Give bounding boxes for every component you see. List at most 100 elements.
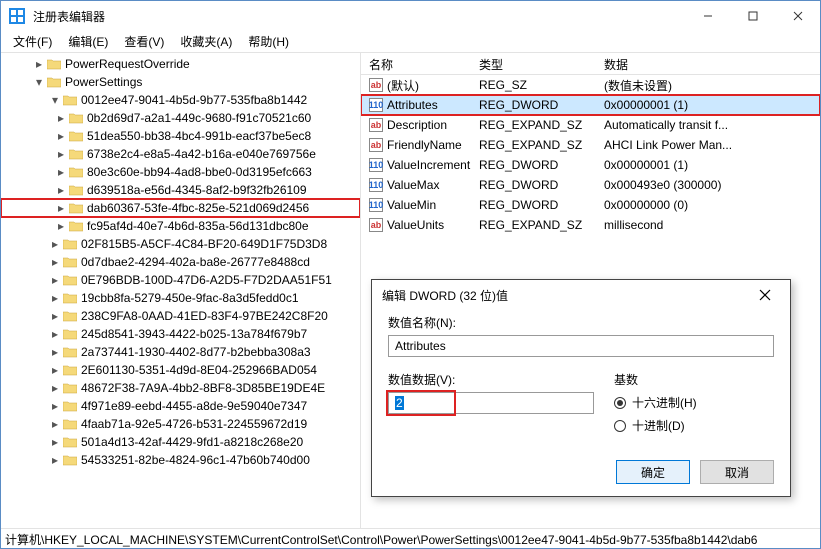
value-type: REG_DWORD bbox=[471, 98, 596, 112]
tree-label: 51dea550-bb38-4bc4-991b-eacf37be5ec8 bbox=[87, 129, 311, 143]
tree-node[interactable]: ▸ PowerRequestOverride bbox=[1, 55, 360, 73]
value-data: (数值未设置) bbox=[596, 77, 820, 94]
expander-icon[interactable]: ▸ bbox=[49, 238, 61, 250]
value-data-input[interactable]: 2 bbox=[388, 392, 594, 414]
expander-icon[interactable]: ▸ bbox=[55, 166, 67, 178]
tree-label: dab60367-53fe-4fbc-825e-521d069d2456 bbox=[87, 201, 309, 215]
tree-label: 0d7dbae2-4294-402a-ba8e-26777e8488cd bbox=[81, 255, 310, 269]
value-name: ValueIncrement bbox=[387, 158, 470, 172]
close-button[interactable] bbox=[775, 1, 820, 31]
tree-node[interactable]: ▸2E601130-5351-4d9d-8E04-252966BAD054 bbox=[1, 361, 360, 379]
tree-node[interactable]: ▸fc95af4d-40e7-4b6d-835a-56d131dbc80e bbox=[1, 217, 360, 235]
tree-label: PowerRequestOverride bbox=[65, 57, 190, 71]
expander-icon[interactable]: ▸ bbox=[49, 274, 61, 286]
expander-icon[interactable]: ▸ bbox=[33, 58, 45, 70]
list-row[interactable]: 110ValueMaxREG_DWORD0x000493e0 (300000) bbox=[361, 175, 820, 195]
tree-node[interactable]: ▸6738e2c4-e8a5-4a42-b16a-e040e769756e bbox=[1, 145, 360, 163]
expander-icon[interactable]: ▸ bbox=[55, 184, 67, 196]
value-name-input[interactable] bbox=[388, 335, 774, 357]
ok-button[interactable]: 确定 bbox=[616, 460, 690, 484]
expander-icon[interactable]: ▸ bbox=[49, 400, 61, 412]
menu-item[interactable]: 收藏夹(A) bbox=[172, 31, 240, 52]
tree-node[interactable]: ▸ dab60367-53fe-4fbc-825e-521d069d2456 bbox=[1, 199, 360, 217]
list-row[interactable]: 110AttributesREG_DWORD0x00000001 (1) bbox=[361, 95, 820, 115]
tree-node[interactable]: ▸245d8541-3943-4422-b025-13a784f679b7 bbox=[1, 325, 360, 343]
expander-icon[interactable]: ▾ bbox=[33, 76, 45, 88]
value-data: millisecond bbox=[596, 218, 820, 232]
radio-dec[interactable]: 十进制(D) bbox=[614, 417, 774, 434]
tree-node[interactable]: ▸ 48672F38-7A9A-4bb2-8BF8-3D85BE19DE4E bbox=[1, 379, 360, 397]
expander-icon[interactable]: ▸ bbox=[55, 202, 67, 214]
value-str-icon: ab bbox=[369, 78, 383, 92]
folder-icon bbox=[63, 418, 77, 430]
expander-icon[interactable]: ▸ bbox=[55, 148, 67, 160]
dialog-close-button[interactable] bbox=[750, 280, 780, 310]
expander-icon[interactable]: ▸ bbox=[55, 130, 67, 142]
folder-icon bbox=[63, 310, 77, 322]
tree-panel[interactable]: ▸PowerRequestOverride▾PowerSettings▾0012… bbox=[1, 53, 361, 528]
tree-label: 0012ee47-9041-4b5d-9b77-535fba8b1442 bbox=[81, 93, 307, 107]
tree-node[interactable]: ▸02F815B5-A5CF-4C84-BF20-649D1F75D3D8 bbox=[1, 235, 360, 253]
radio-hex-indicator bbox=[614, 397, 626, 409]
value-bin-icon: 110 bbox=[369, 158, 383, 172]
tree-node[interactable]: ▸2a737441-1930-4402-8d77-b2bebba308a3 bbox=[1, 343, 360, 361]
folder-icon bbox=[69, 148, 83, 160]
header-name[interactable]: 名称 bbox=[361, 53, 471, 74]
menu-item[interactable]: 查看(V) bbox=[116, 31, 172, 52]
tree-node[interactable]: ▸0E796BDB-100D-47D6-A2D5-F7D2DAA51F51 bbox=[1, 271, 360, 289]
menu-item[interactable]: 编辑(E) bbox=[60, 31, 116, 52]
expander-icon[interactable]: ▸ bbox=[49, 454, 61, 466]
value-name-label: 数值名称(N): bbox=[388, 314, 774, 331]
tree-node[interactable]: ▸ d639518a-e56d-4345-8af2-b9f32fb26109 bbox=[1, 181, 360, 199]
list-row[interactable]: abValueUnitsREG_EXPAND_SZmillisecond bbox=[361, 215, 820, 235]
expander-icon[interactable]: ▾ bbox=[49, 94, 61, 106]
tree-node[interactable]: ▾PowerSettings bbox=[1, 73, 360, 91]
tree-node[interactable]: ▾ 0012ee47-9041-4b5d-9b77-535fba8b1442 bbox=[1, 91, 360, 109]
expander-icon[interactable]: ▸ bbox=[55, 220, 67, 232]
expander-icon[interactable]: ▸ bbox=[49, 418, 61, 430]
tree-node[interactable]: ▸4f971e89-eebd-4455-a8de-9e59040e7347 bbox=[1, 397, 360, 415]
expander-icon[interactable]: ▸ bbox=[49, 382, 61, 394]
expander-icon[interactable]: ▸ bbox=[49, 328, 61, 340]
folder-icon bbox=[69, 166, 83, 178]
list-row[interactable]: abFriendlyNameREG_EXPAND_SZAHCI Link Pow… bbox=[361, 135, 820, 155]
tree-label: 48672F38-7A9A-4bb2-8BF8-3D85BE19DE4E bbox=[81, 381, 325, 395]
radio-hex[interactable]: 十六进制(H) bbox=[614, 394, 774, 411]
menu-item[interactable]: 帮助(H) bbox=[240, 31, 297, 52]
header-data[interactable]: 数据 bbox=[596, 53, 820, 74]
expander-icon[interactable]: ▸ bbox=[49, 436, 61, 448]
tree-label: d639518a-e56d-4345-8af2-b9f32fb26109 bbox=[87, 183, 307, 197]
window-controls bbox=[685, 1, 820, 31]
folder-icon bbox=[63, 238, 77, 250]
list-row[interactable]: ab(默认)REG_SZ(数值未设置) bbox=[361, 75, 820, 95]
value-str-icon: ab bbox=[369, 138, 383, 152]
minimize-button[interactable] bbox=[685, 1, 730, 31]
tree-node[interactable]: ▸0b2d69d7-a2a1-449c-9680-f91c70521c60 bbox=[1, 109, 360, 127]
list-row[interactable]: 110ValueMinREG_DWORD0x00000000 (0) bbox=[361, 195, 820, 215]
menu-item[interactable]: 文件(F) bbox=[5, 31, 60, 52]
expander-icon[interactable]: ▸ bbox=[49, 256, 61, 268]
tree-node[interactable]: ▸19cbb8fa-5279-450e-9fac-8a3d5fedd0c1 bbox=[1, 289, 360, 307]
value-type: REG_DWORD bbox=[471, 158, 596, 172]
tree-node[interactable]: ▸ 51dea550-bb38-4bc4-991b-eacf37be5ec8 bbox=[1, 127, 360, 145]
cancel-button[interactable]: 取消 bbox=[700, 460, 774, 484]
expander-icon[interactable]: ▸ bbox=[55, 112, 67, 124]
folder-icon bbox=[63, 364, 77, 376]
expander-icon[interactable]: ▸ bbox=[49, 310, 61, 322]
header-type[interactable]: 类型 bbox=[471, 53, 596, 74]
value-name: ValueMax bbox=[387, 178, 439, 192]
tree-node[interactable]: ▸ 4faab71a-92e5-4726-b531-224559672d19 bbox=[1, 415, 360, 433]
list-row[interactable]: abDescriptionREG_EXPAND_SZAutomatically … bbox=[361, 115, 820, 135]
maximize-button[interactable] bbox=[730, 1, 775, 31]
tree-node[interactable]: ▸80e3c60e-bb94-4ad8-bbe0-0d3195efc663 bbox=[1, 163, 360, 181]
tree-node[interactable]: ▸238C9FA8-0AAD-41ED-83F4-97BE242C8F20 bbox=[1, 307, 360, 325]
tree-node[interactable]: ▸54533251-82be-4824-96c1-47b60b740d00 bbox=[1, 451, 360, 469]
value-data: Automatically transit f... bbox=[596, 118, 820, 132]
list-row[interactable]: 110ValueIncrementREG_DWORD0x00000001 (1) bbox=[361, 155, 820, 175]
expander-icon[interactable]: ▸ bbox=[49, 346, 61, 358]
expander-icon[interactable]: ▸ bbox=[49, 292, 61, 304]
tree-node[interactable]: ▸501a4d13-42af-4429-9fd1-a8218c268e20 bbox=[1, 433, 360, 451]
expander-icon[interactable]: ▸ bbox=[49, 364, 61, 376]
tree-node[interactable]: ▸ 0d7dbae2-4294-402a-ba8e-26777e8488cd bbox=[1, 253, 360, 271]
tree-label: 4faab71a-92e5-4726-b531-224559672d19 bbox=[81, 417, 307, 431]
